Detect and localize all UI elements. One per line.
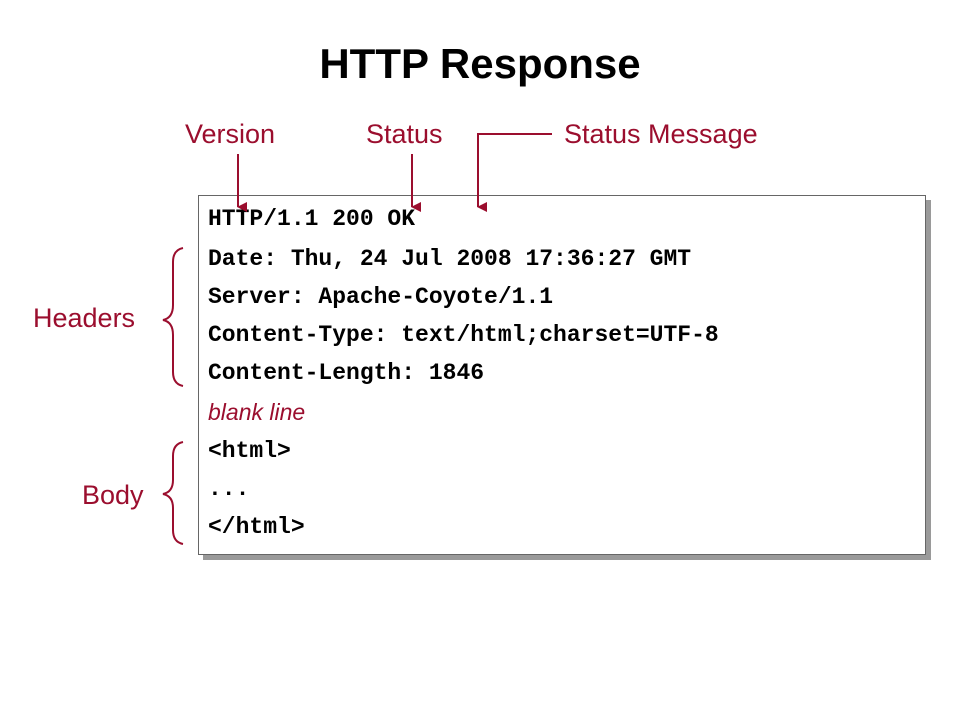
annotation-overlay [162, 133, 552, 545]
body-brace [162, 441, 184, 545]
headers-brace [162, 247, 184, 387]
status-message-arrow [477, 133, 552, 212]
